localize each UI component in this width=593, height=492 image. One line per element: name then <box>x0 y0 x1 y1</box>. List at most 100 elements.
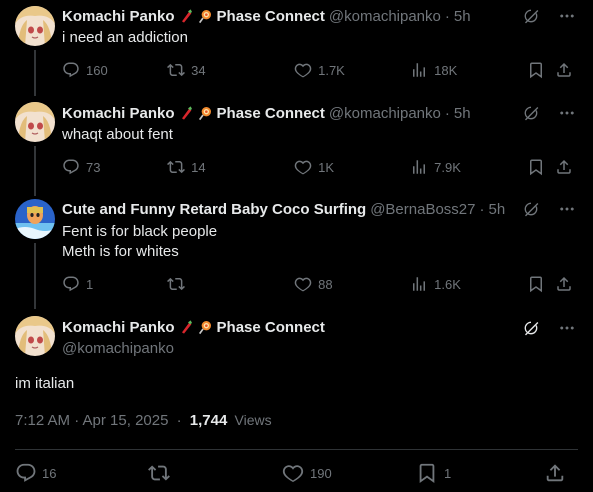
repost-icon <box>167 61 185 79</box>
reply-icon <box>62 158 80 176</box>
avatar[interactable] <box>15 102 55 142</box>
more-icon[interactable] <box>557 6 577 26</box>
display-name[interactable]: Komachi Panko <box>62 8 175 25</box>
reply-icon <box>15 462 37 484</box>
tweet-header: Komachi Panko Phase Connect @komachipank… <box>62 6 593 26</box>
share-button[interactable] <box>555 158 579 176</box>
repost-count: 34 <box>191 62 206 78</box>
tweet-header: Cute and Funny Retard Baby Coco Surfing … <box>62 199 593 219</box>
repost-button[interactable] <box>148 462 282 484</box>
affiliation-label[interactable]: Phase Connect <box>217 8 325 25</box>
grok-icon[interactable] <box>521 199 541 219</box>
lollipop-badge-icon <box>197 105 213 121</box>
divider <box>15 449 578 450</box>
user-handle[interactable]: @komachipanko <box>62 340 174 357</box>
reply-button[interactable]: 16 <box>15 462 148 484</box>
post-timestamp[interactable]: 7:12 AM · Apr 15, 2025 <box>15 412 168 429</box>
handle-row: @komachipanko <box>62 338 593 358</box>
views-count: 18K <box>434 62 458 78</box>
dot-separator: · <box>479 200 485 218</box>
tweet-text-line: i need an addiction <box>62 29 188 46</box>
dot-separator: · <box>176 412 182 429</box>
views-count: 1,744 <box>189 412 228 429</box>
bookmark-button[interactable] <box>527 275 555 293</box>
tweet-text-line: whaqt about fent <box>62 126 173 143</box>
tweet-text: im italian <box>15 374 74 394</box>
reply-button[interactable]: 1 <box>62 275 167 293</box>
repost-button[interactable]: 14 <box>167 158 294 176</box>
post-meta: 7:12 AM · Apr 15, 2025 · 1,744 Views <box>15 412 272 429</box>
thread-line <box>34 50 36 96</box>
thread-line <box>34 146 36 196</box>
repost-button[interactable]: 34 <box>167 61 294 79</box>
views-button[interactable]: 18K <box>410 61 527 79</box>
grok-icon[interactable] <box>521 103 541 123</box>
tweet-text: Fent is for black people Meth is for whi… <box>62 222 217 262</box>
like-button[interactable]: 1K <box>294 158 410 176</box>
bookmark-count: 1 <box>444 465 452 481</box>
share-icon <box>544 462 566 484</box>
user-handle[interactable]: @BernaBoss27 <box>370 201 475 218</box>
display-name[interactable]: Cute and Funny Retard Baby Coco Surfing <box>62 201 366 218</box>
share-icon <box>555 61 573 79</box>
tweet-top-actions <box>521 103 577 123</box>
bookmark-button[interactable]: 1 <box>416 462 544 484</box>
share-button[interactable] <box>544 462 572 484</box>
reply-count: 73 <box>86 159 101 175</box>
lollipop-badge-icon <box>197 8 213 24</box>
affiliation-label[interactable]: Phase Connect <box>217 105 325 122</box>
reply-button[interactable]: 73 <box>62 158 167 176</box>
like-button[interactable]: 190 <box>282 462 416 484</box>
thread-line <box>34 243 36 309</box>
tweet-top-actions <box>521 199 577 219</box>
bookmark-button[interactable] <box>527 61 555 79</box>
share-button[interactable] <box>555 61 579 79</box>
share-icon <box>555 158 573 176</box>
display-name[interactable]: Komachi Panko <box>62 105 175 122</box>
more-icon[interactable] <box>557 318 577 338</box>
user-handle[interactable]: @komachipanko <box>329 8 441 25</box>
views-button[interactable]: 7.9K <box>410 158 527 176</box>
share-button[interactable] <box>555 275 579 293</box>
reply-count: 1 <box>86 276 94 292</box>
post-time[interactable]: 5h <box>454 8 471 25</box>
like-count: 1.7K <box>318 62 345 78</box>
avatar[interactable] <box>15 6 55 46</box>
grok-icon[interactable] <box>521 6 541 26</box>
affiliate-badges <box>180 319 213 335</box>
repost-button[interactable] <box>167 275 294 293</box>
post-time[interactable]: 5h <box>454 105 471 122</box>
bookmark-icon <box>527 158 545 176</box>
reply-icon <box>62 275 80 293</box>
user-handle[interactable]: @komachipanko <box>329 105 441 122</box>
main-action-bar: 16 190 1 <box>15 461 578 485</box>
like-count: 1K <box>318 159 335 175</box>
views-button[interactable]: 1.6K <box>410 275 527 293</box>
affiliate-badges <box>180 105 213 121</box>
like-button[interactable]: 88 <box>294 275 410 293</box>
repost-icon <box>167 158 185 176</box>
repost-count: 14 <box>191 159 206 175</box>
more-icon[interactable] <box>557 199 577 219</box>
bookmark-button[interactable] <box>527 158 555 176</box>
tweet-text: whaqt about fent <box>62 125 173 145</box>
action-bar: 160 34 1.7K 18K <box>62 60 579 80</box>
like-count: 88 <box>318 276 333 292</box>
repost-icon <box>148 462 170 484</box>
grok-icon[interactable] <box>521 318 541 338</box>
tweet-text: i need an addiction <box>62 28 188 48</box>
dot-separator: · <box>444 7 450 25</box>
display-name[interactable]: Komachi Panko <box>62 319 175 336</box>
like-icon <box>282 462 304 484</box>
avatar[interactable] <box>15 199 55 239</box>
affiliation-label[interactable]: Phase Connect <box>217 319 325 336</box>
like-button[interactable]: 1.7K <box>294 61 410 79</box>
reply-button[interactable]: 160 <box>62 61 167 79</box>
post-time[interactable]: 5h <box>488 201 505 218</box>
bookmark-icon <box>527 61 545 79</box>
more-icon[interactable] <box>557 103 577 123</box>
views-count: 1.6K <box>434 276 461 292</box>
bookmark-icon <box>527 275 545 293</box>
avatar[interactable] <box>15 316 55 356</box>
tomato-badge-icon <box>180 319 196 335</box>
